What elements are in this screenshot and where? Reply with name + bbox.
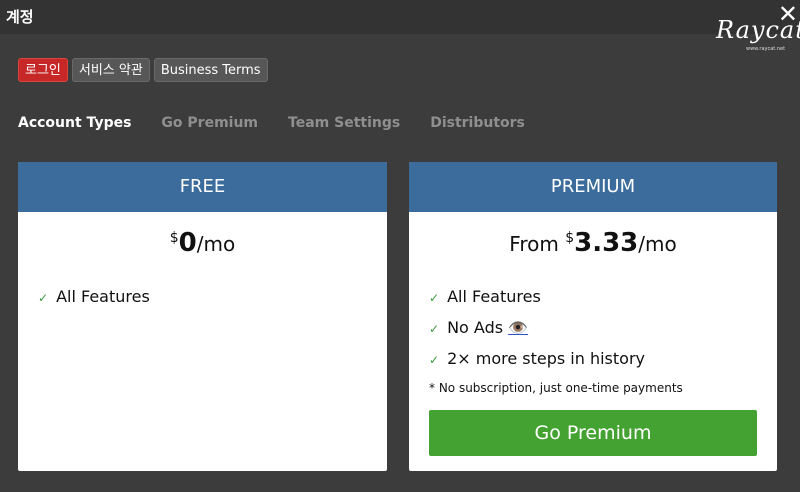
check-icon: ✓ (429, 322, 440, 336)
price-amount: 3.33 (574, 228, 639, 258)
payment-note: * No subscription, just one-time payment… (429, 381, 683, 395)
tab-go-premium[interactable]: Go Premium (161, 115, 258, 131)
price-currency: $ (169, 230, 179, 246)
free-plan-header: FREE (18, 162, 387, 212)
feature-label: 2× more steps in history (447, 349, 645, 368)
premium-plan-header: PREMIUM (409, 162, 777, 212)
list-item: ✓ 2× more steps in history (429, 349, 645, 380)
price-unit: /mo (196, 232, 236, 256)
list-item: ✓ All Features (429, 287, 645, 318)
list-item: ✓ No Ads 👁️ (429, 318, 645, 349)
eye-icon[interactable]: 👁️ (508, 318, 528, 338)
tab-distributors[interactable]: Distributors (430, 115, 525, 131)
premium-plan-card: PREMIUM From $3.33/mo ✓ All Features ✓ No … (409, 162, 777, 471)
logo-subtext: www.raycat.net (746, 46, 786, 52)
free-plan-price: $0/mo (18, 228, 387, 260)
free-plan-card: FREE $0/mo ✓ All Features (18, 162, 387, 471)
check-icon: ✓ (429, 353, 440, 367)
raycat-logo: Raycat www.raycat.net (716, 16, 800, 56)
login-button[interactable]: 로그인 (18, 58, 68, 82)
premium-plan-price: From $3.33/mo (409, 228, 777, 260)
price-prefix: From (509, 232, 566, 256)
business-terms-button[interactable]: Business Terms (153, 58, 268, 82)
terms-of-service-button[interactable]: 서비스 약관 (71, 58, 150, 82)
go-premium-button[interactable]: Go Premium (429, 410, 757, 456)
top-button-row: 로그인 서비스 약관 Business Terms (18, 58, 268, 82)
price-amount: 0 (178, 228, 197, 258)
feature-label: All Features (447, 287, 541, 306)
logo-text: Raycat (716, 16, 800, 44)
tab-bar: Account Types Go Premium Team Settings D… (18, 115, 555, 131)
feature-label: No Ads (447, 318, 504, 337)
list-item: ✓ All Features (38, 287, 150, 318)
check-icon: ✓ (38, 291, 49, 305)
tab-team-settings[interactable]: Team Settings (288, 115, 400, 131)
check-icon: ✓ (429, 291, 440, 305)
free-feature-list: ✓ All Features (38, 287, 150, 318)
tab-account-types[interactable]: Account Types (18, 115, 131, 131)
feature-label: All Features (56, 287, 150, 306)
premium-feature-list: ✓ All Features ✓ No Ads 👁️ ✓ 2× more steps … (429, 287, 645, 380)
price-currency: $ (565, 230, 575, 246)
window-title: 계정 (6, 8, 34, 26)
price-unit: /mo (638, 232, 677, 256)
title-bar: 계정 ✕ (0, 0, 800, 34)
